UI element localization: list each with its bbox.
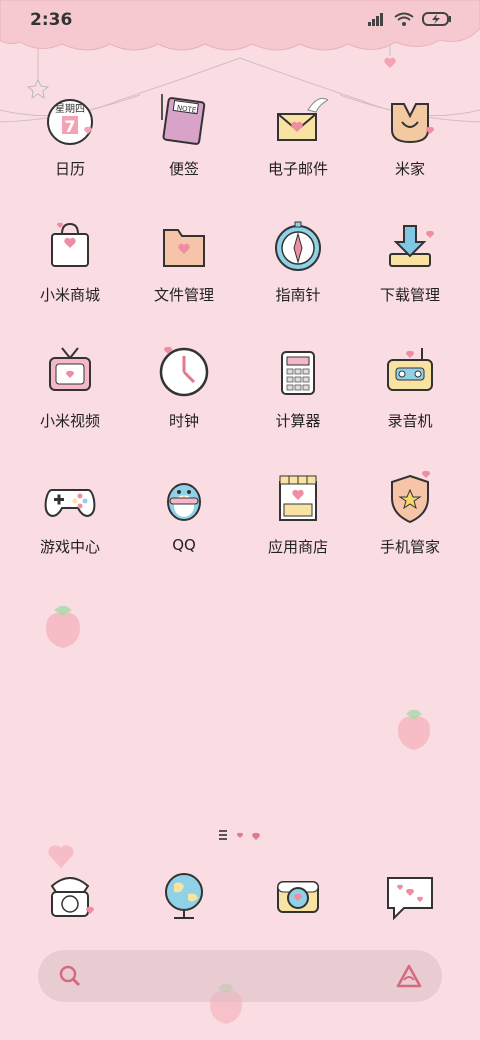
tv-icon bbox=[49, 347, 91, 391]
app-compass[interactable]: 指南针 bbox=[238, 216, 358, 336]
mijia-icon bbox=[391, 103, 435, 144]
app-mijia[interactable]: 米家 bbox=[350, 90, 470, 210]
message-icon bbox=[387, 877, 433, 921]
globe-icon bbox=[165, 873, 203, 919]
app-mi-video[interactable]: 小米视频 bbox=[10, 342, 130, 462]
app-calculator[interactable]: 计算器 bbox=[238, 342, 358, 462]
clock-icon bbox=[159, 346, 209, 397]
app-label: 时钟 bbox=[168, 412, 199, 430]
page-indicator bbox=[219, 830, 261, 840]
search-icon[interactable] bbox=[58, 964, 82, 988]
app-mi-store[interactable]: 小米商城 bbox=[10, 216, 130, 336]
notes-icon: NOTE bbox=[161, 94, 206, 145]
app-label: 便签 bbox=[168, 160, 199, 178]
mail-icon bbox=[277, 97, 328, 141]
home-indicator-icon bbox=[219, 830, 227, 840]
strawberry-icon bbox=[398, 710, 430, 750]
app-security[interactable]: 手机管家 bbox=[350, 468, 470, 588]
wifi-icon bbox=[394, 12, 414, 26]
app-label: 游戏中心 bbox=[39, 538, 100, 556]
app-label: 电子邮件 bbox=[267, 160, 328, 178]
status-bar: 2:36 bbox=[0, 0, 480, 44]
page-dot-icon bbox=[236, 832, 244, 838]
dock-browser[interactable] bbox=[124, 866, 244, 936]
download-icon bbox=[389, 225, 435, 267]
calculator-icon bbox=[281, 351, 315, 395]
app-qq[interactable]: QQ bbox=[124, 468, 244, 588]
app-recorder[interactable]: 录音机 bbox=[350, 342, 470, 462]
app-label: 小米视频 bbox=[39, 412, 100, 430]
assistant-icon[interactable] bbox=[396, 964, 422, 988]
app-calendar[interactable]: 星期四 7 日历 bbox=[10, 90, 130, 210]
app-label: 指南针 bbox=[275, 286, 321, 304]
page-dot-active-icon bbox=[251, 832, 261, 840]
app-notes[interactable]: NOTE 便签 bbox=[124, 90, 244, 210]
app-game-center[interactable]: 游戏中心 bbox=[10, 468, 130, 588]
gamepad-icon bbox=[44, 489, 96, 518]
app-label: 日历 bbox=[54, 160, 85, 178]
app-label: QQ bbox=[172, 536, 196, 554]
dock-camera[interactable] bbox=[238, 866, 358, 936]
app-app-store[interactable]: 应用商店 bbox=[238, 468, 358, 588]
store-bag-icon bbox=[51, 222, 89, 267]
app-label: 小米商城 bbox=[39, 286, 100, 304]
compass-icon bbox=[275, 221, 321, 271]
shop-icon bbox=[279, 475, 317, 521]
search-bar[interactable] bbox=[38, 950, 442, 1002]
app-label: 计算器 bbox=[275, 412, 321, 430]
app-label: 文件管理 bbox=[153, 286, 214, 304]
folder-icon bbox=[163, 229, 205, 267]
dock-messages[interactable] bbox=[350, 866, 470, 936]
strawberry-icon bbox=[46, 606, 80, 648]
app-label: 下载管理 bbox=[379, 286, 440, 304]
app-file-manager[interactable]: 文件管理 bbox=[124, 216, 244, 336]
status-time: 2:36 bbox=[30, 10, 73, 30]
app-label: 手机管家 bbox=[379, 538, 440, 556]
battery-charging-icon bbox=[422, 12, 451, 26]
calendar-day: 7 bbox=[64, 117, 75, 136]
app-label: 录音机 bbox=[387, 412, 433, 430]
dock-phone[interactable] bbox=[10, 866, 130, 936]
camera-icon bbox=[277, 881, 319, 913]
app-mail[interactable]: 电子邮件 bbox=[238, 90, 358, 210]
signal-icon bbox=[368, 13, 383, 26]
app-downloads[interactable]: 下载管理 bbox=[350, 216, 470, 336]
recorder-icon bbox=[387, 348, 433, 391]
app-label: 应用商店 bbox=[267, 538, 328, 556]
calendar-weekday: 星期四 bbox=[55, 103, 85, 115]
shield-icon bbox=[391, 470, 431, 524]
phone-icon bbox=[50, 877, 95, 917]
calendar-icon: 星期四 7 bbox=[47, 99, 93, 145]
app-clock[interactable]: 时钟 bbox=[124, 342, 244, 462]
penguin-icon bbox=[167, 483, 201, 521]
app-label: 米家 bbox=[394, 160, 425, 178]
